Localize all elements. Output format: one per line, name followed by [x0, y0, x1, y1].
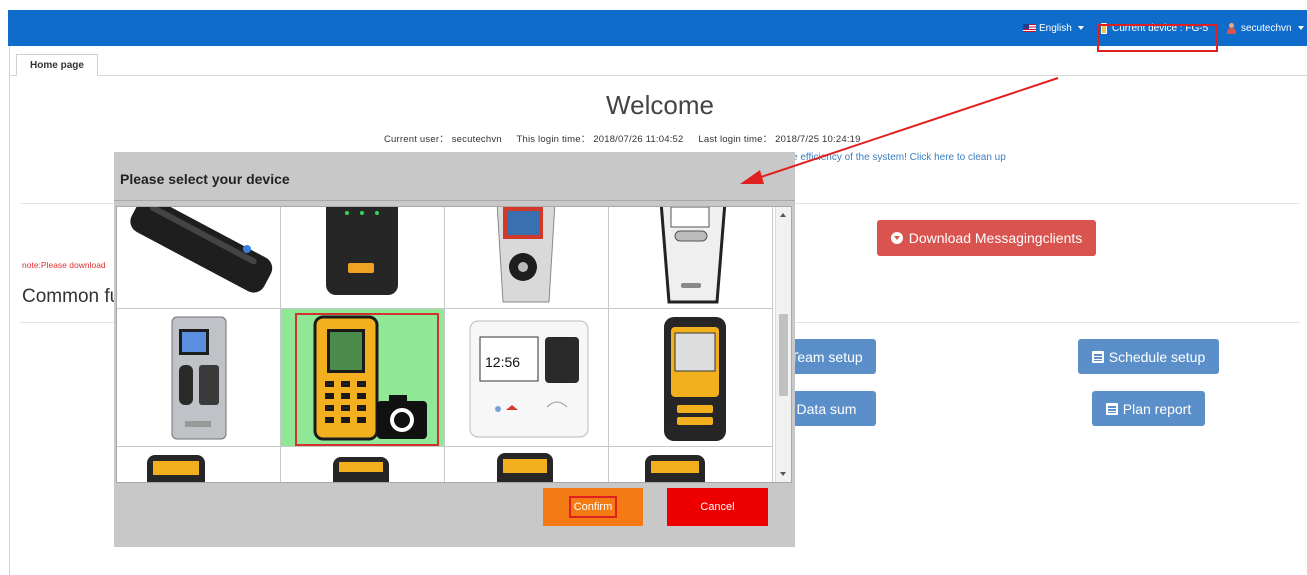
device-option[interactable] — [445, 207, 609, 309]
device-option[interactable] — [117, 447, 281, 482]
device-highlight-box — [1097, 24, 1218, 52]
download-messaging-clients-button[interactable]: Download Messagingclients — [877, 220, 1096, 256]
device-option[interactable] — [445, 447, 609, 482]
plan-report-button[interactable]: Plan report — [1092, 391, 1205, 426]
tab-home-page[interactable]: Home page — [16, 54, 98, 76]
schedule-setup-label: Schedule setup — [1108, 348, 1206, 365]
device-list-scrollbar[interactable] — [775, 207, 791, 482]
schedule-setup-button[interactable]: Schedule setup — [1078, 339, 1219, 374]
user-icon — [1226, 22, 1237, 34]
device-image — [147, 455, 205, 482]
device-option[interactable] — [281, 447, 445, 482]
plan-report-label: Plan report — [1122, 400, 1192, 417]
device-option[interactable] — [117, 309, 281, 447]
device-option-selected[interactable] — [281, 309, 445, 447]
svg-text:12:56: 12:56 — [485, 354, 520, 370]
device-image — [171, 316, 227, 440]
device-grid: 12:56 — [116, 206, 792, 483]
scroll-up-icon[interactable] — [780, 213, 786, 217]
device-image — [645, 455, 705, 482]
user-name: secutechvn — [1241, 22, 1292, 34]
device-image — [664, 317, 726, 441]
device-option[interactable] — [281, 207, 445, 309]
language-label: English — [1039, 22, 1072, 34]
flag-icon — [1023, 24, 1036, 32]
login-time: This login time： 2018/07/26 11:04:52 — [516, 134, 684, 145]
last-login-time: Last login time： 2018/7/25 10:24:19 — [698, 134, 861, 145]
team-setup-label: Team setup — [790, 348, 863, 365]
device-image — [130, 207, 273, 293]
device-image — [497, 453, 553, 482]
scroll-down-icon[interactable] — [780, 472, 786, 476]
device-image — [295, 313, 439, 446]
download-icon — [890, 232, 903, 244]
device-image — [659, 207, 727, 304]
device-option[interactable] — [609, 207, 773, 309]
page-title: Welcome — [606, 90, 714, 120]
cancel-button[interactable]: Cancel — [667, 488, 768, 526]
device-image — [333, 457, 389, 482]
login-info: Current user： secutechvn This login time… — [384, 131, 873, 145]
scrollbar-thumb[interactable] — [779, 314, 788, 396]
device-image — [326, 207, 398, 295]
device-option[interactable]: 12:56 — [445, 309, 609, 447]
user-menu[interactable]: secutechvn — [1226, 10, 1304, 46]
confirm-button[interactable]: Confirm — [543, 488, 643, 526]
left-border — [9, 10, 10, 575]
current-user: Current user： secutechvn — [384, 134, 502, 145]
cleanup-link[interactable]: e efficiency of the system! Click here t… — [792, 152, 1006, 163]
download-button-label: Download Messagingclients — [908, 230, 1083, 246]
tab-bar: Home page — [10, 54, 1307, 76]
device-option[interactable] — [609, 447, 773, 482]
dialog-divider — [114, 200, 795, 201]
device-image — [496, 207, 556, 303]
download-note: note:Please download — [22, 260, 106, 270]
device-select-dialog: Please select your device 12:56 Confirm … — [114, 152, 795, 547]
common-functions-heading: Common fu — [22, 286, 121, 307]
device-image: 12:56 — [469, 320, 589, 438]
device-option[interactable] — [117, 207, 281, 309]
calendar-icon — [1091, 350, 1104, 363]
report-icon — [1105, 402, 1118, 415]
confirm-label: Confirm — [568, 496, 618, 518]
language-selector[interactable]: English — [1023, 10, 1084, 46]
dialog-title: Please select your device — [120, 171, 290, 187]
page: English Current device : FG-5 secutechvn… — [0, 0, 1307, 575]
chevron-down-icon — [1077, 26, 1084, 30]
chevron-down-icon — [1297, 26, 1304, 30]
device-option[interactable] — [609, 309, 773, 447]
cancel-label: Cancel — [700, 501, 735, 513]
data-sum-label: Data sum — [796, 400, 857, 417]
